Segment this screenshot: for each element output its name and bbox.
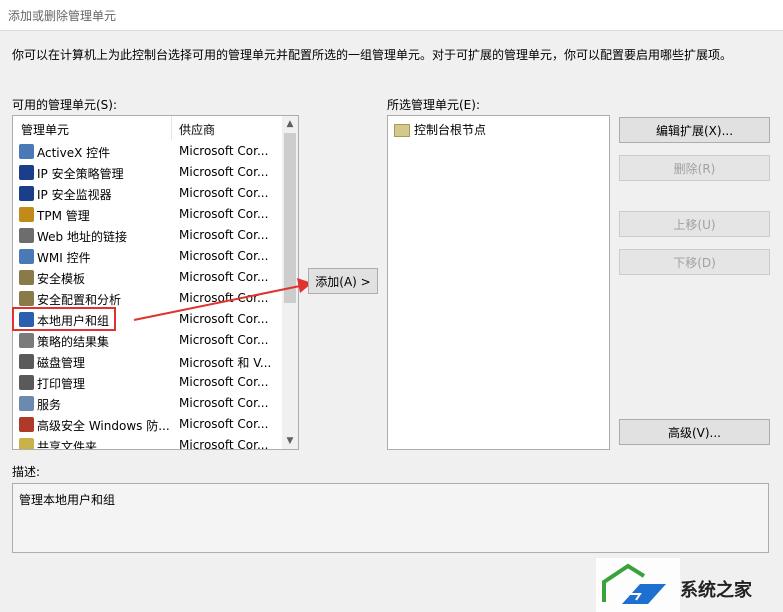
watermark-logo: 系统之家	[596, 558, 783, 612]
description-label: 描述:	[12, 465, 41, 479]
advanced-button[interactable]: 高级(V)...	[619, 419, 770, 445]
edit-extensions-button[interactable]: 编辑扩展(X)...	[619, 117, 770, 143]
watermark-text: 系统之家	[680, 580, 752, 601]
folder-icon	[394, 124, 410, 137]
add-button[interactable]: 添加(A) >	[308, 268, 378, 294]
selected-label: 所选管理单元(E):	[387, 98, 480, 112]
move-up-button[interactable]: 上移(U)	[619, 211, 770, 237]
console-root-label: 控制台根节点	[414, 123, 487, 137]
description-text: 管理本地用户和组	[19, 493, 116, 507]
remove-button[interactable]: 删除(R)	[619, 155, 770, 181]
selected-snapins-list[interactable]: 控制台根节点	[387, 115, 610, 450]
console-root-node[interactable]: 控制台根节点	[394, 121, 486, 138]
move-down-button[interactable]: 下移(D)	[619, 249, 770, 275]
description-box: 管理本地用户和组	[12, 483, 769, 553]
house-logo-icon	[596, 558, 680, 612]
